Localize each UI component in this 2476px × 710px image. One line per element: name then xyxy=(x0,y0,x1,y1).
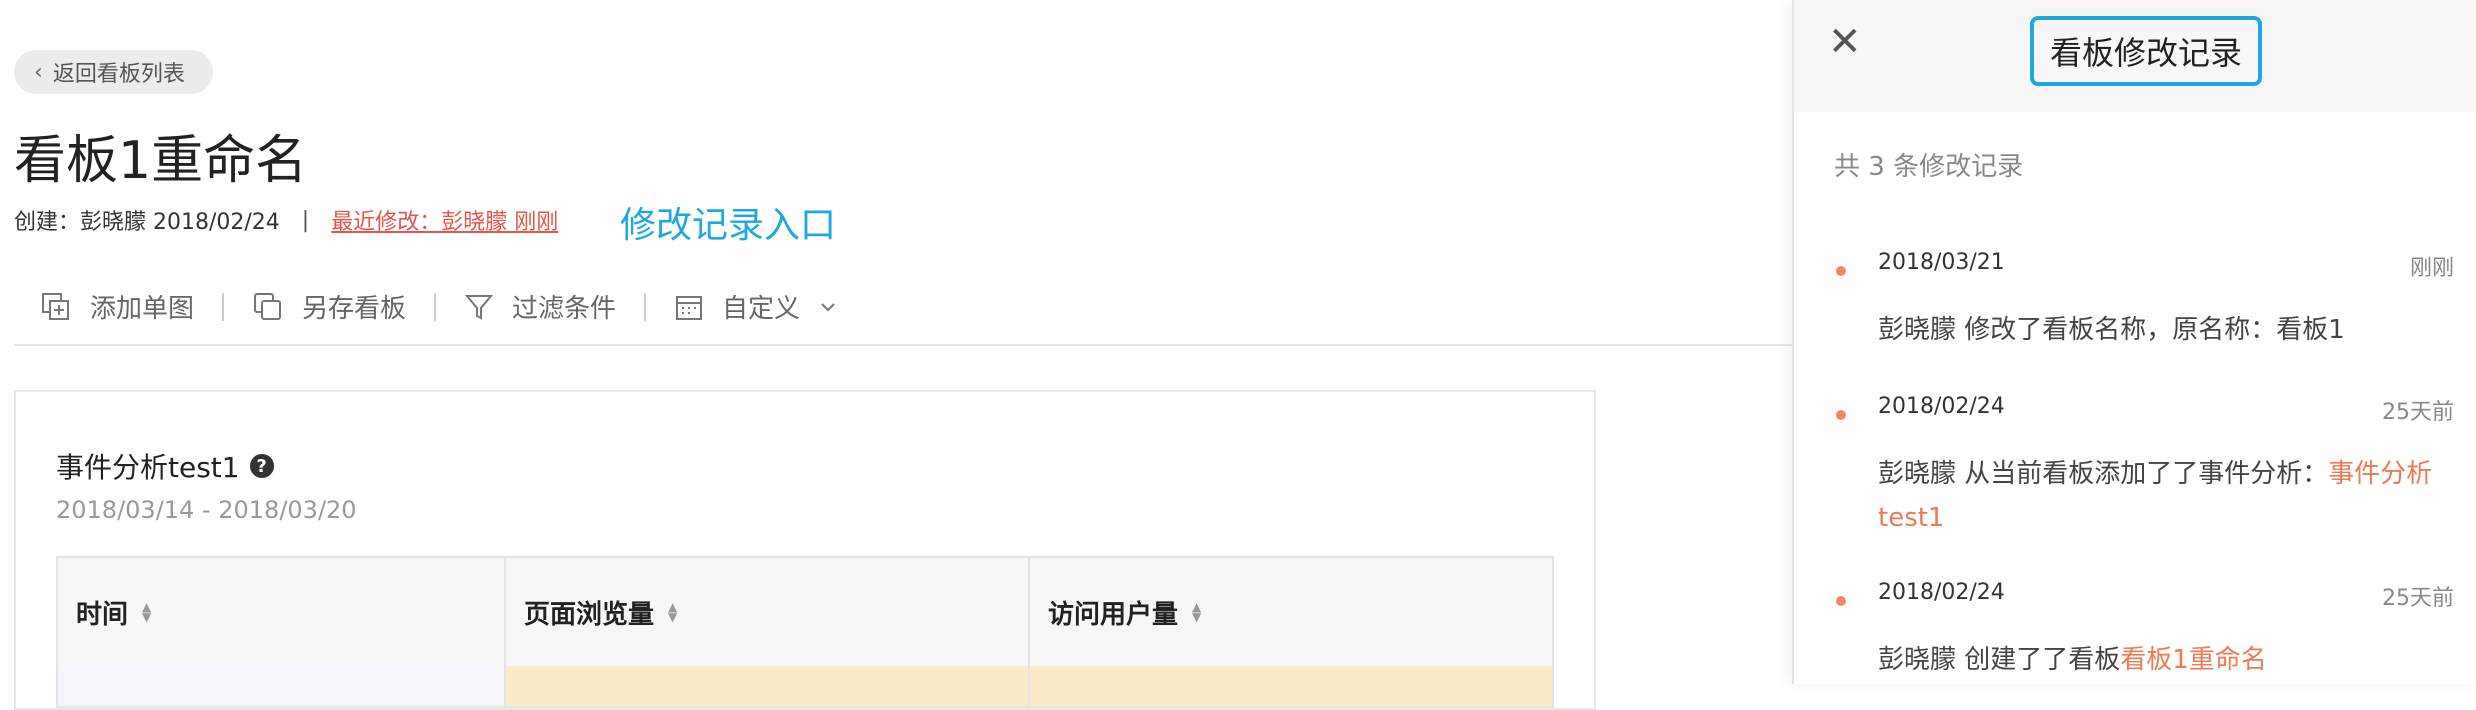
column-header-label: 页面浏览量 xyxy=(524,599,655,630)
chevron-down-icon xyxy=(821,302,835,311)
chevron-left-icon: ‹ xyxy=(34,59,43,85)
record-description: 彭晓朦 修改了看板名称，原名称：看板1 xyxy=(1878,315,2345,345)
table-cell xyxy=(1030,666,1552,706)
save-as-board-button[interactable]: 另存看板 xyxy=(252,288,406,325)
add-chart-icon xyxy=(42,292,69,320)
copy-icon xyxy=(254,292,282,320)
help-icon[interactable]: ? xyxy=(249,454,274,478)
record-relative-time: 25天前 xyxy=(2382,400,2454,425)
created-info: 创建：彭晓朦 2018/02/24 xyxy=(14,210,280,235)
add-chart-label: 添加单图 xyxy=(90,294,195,324)
record-header: 2018/03/21 刚刚 xyxy=(1878,250,2454,282)
chart-card-title: 事件分析test1 ? xyxy=(56,446,274,486)
record-list: 2018/03/21 刚刚 彭晓朦 修改了看板名称，原名称：看板1 2018/0… xyxy=(1794,250,2476,682)
sort-icon[interactable]: ▲ ▼ xyxy=(668,601,677,623)
timeline-dot-icon xyxy=(1836,596,1846,606)
modify-record-entry-annotation: 修改记录入口 xyxy=(620,205,837,246)
toolbar-bottom-divider xyxy=(14,344,1792,346)
filter-button[interactable]: 过滤条件 xyxy=(464,288,616,325)
meta-separator: | xyxy=(301,207,310,233)
custom-label: 自定义 xyxy=(722,294,801,324)
table-header: 时间 ▲ ▼ 页面浏览量 ▲ ▼ 访问用户量 ▲ ▼ xyxy=(58,558,1552,666)
toolbar-divider xyxy=(222,292,225,321)
back-button-label: 返回看板列表 xyxy=(52,62,185,87)
table-cell xyxy=(506,666,1030,706)
record-date: 2018/02/24 xyxy=(1878,580,2005,605)
timeline-dot-icon xyxy=(1836,410,1846,420)
custom-dropdown[interactable]: 自定义 xyxy=(674,288,838,325)
board-title: 看板1重命名 xyxy=(14,131,308,191)
toolbar-divider xyxy=(434,292,437,321)
back-to-board-list-button[interactable]: ‹ 返回看板列表 xyxy=(14,50,213,94)
filter-icon xyxy=(464,294,494,320)
list-item: 2018/02/24 25天前 彭晓朦 从当前看板添加了了事件分析：事件分析te… xyxy=(1794,394,2476,580)
column-header-label: 时间 xyxy=(76,599,129,630)
record-text: 彭晓朦 修改了看板名称，原名称：看板1 xyxy=(1878,308,2454,352)
chart-date-range: 2018/03/14 - 2018/03/20 xyxy=(56,496,357,524)
record-date: 2018/03/21 xyxy=(1878,250,2005,275)
record-header: 2018/02/24 25天前 xyxy=(1878,580,2454,612)
board-meta: 创建：彭晓朦 2018/02/24 | 最近修改：彭晓朦 刚刚 xyxy=(14,204,558,236)
board-toolbar: 添加单图 另存看板 过滤条件 自定义 xyxy=(40,288,838,325)
record-header: 2018/02/24 25天前 xyxy=(1878,394,2454,426)
list-item: 2018/02/24 25天前 彭晓朦 创建了了看板看板1重命名 xyxy=(1794,580,2476,682)
panel-header: ✕ 看板修改记录 xyxy=(1794,0,2476,112)
last-modified-link[interactable]: 最近修改：彭晓朦 刚刚 xyxy=(331,204,558,236)
timeline-dot-icon xyxy=(1836,266,1846,276)
column-header-page-views[interactable]: 页面浏览量 ▲ ▼ xyxy=(506,558,1030,666)
record-date: 2018/02/24 xyxy=(1878,394,2005,419)
board-main: ‹ 返回看板列表 看板1重命名 创建：彭晓朦 2018/02/24 | 最近修改… xyxy=(0,0,1792,710)
save-as-board-label: 另存看板 xyxy=(302,294,407,324)
chart-card: 事件分析test1 ? 2018/03/14 - 2018/03/20 时间 ▲… xyxy=(14,390,1596,710)
toolbar-divider xyxy=(644,292,647,321)
chart-title-text: 事件分析test1 xyxy=(56,451,240,484)
record-relative-time: 25天前 xyxy=(2382,586,2454,611)
panel-title: 看板修改记录 xyxy=(2030,16,2262,86)
record-text: 彭晓朦 创建了了看板看板1重命名 xyxy=(1878,638,2454,682)
record-description: 彭晓朦 从当前看板添加了了事件分析： xyxy=(1878,459,2329,489)
modify-record-panel: ✕ 看板修改记录 共 3 条修改记录 2018/03/21 刚刚 彭晓朦 修改了… xyxy=(1792,0,2476,684)
add-chart-button[interactable]: 添加单图 xyxy=(40,288,194,325)
sort-icon[interactable]: ▲ ▼ xyxy=(1192,601,1201,623)
close-icon[interactable]: ✕ xyxy=(1828,22,1862,62)
list-item: 2018/03/21 刚刚 彭晓朦 修改了看板名称，原名称：看板1 xyxy=(1794,250,2476,394)
record-count: 共 3 条修改记录 xyxy=(1834,152,2024,182)
column-header-visitors[interactable]: 访问用户量 ▲ ▼ xyxy=(1030,558,1552,666)
record-highlight-link[interactable]: 看板1重命名 xyxy=(2120,645,2267,675)
record-description: 彭晓朦 创建了了看板 xyxy=(1878,645,2121,675)
calendar-icon xyxy=(676,295,703,320)
column-header-label: 访问用户量 xyxy=(1048,599,1179,630)
sort-icon[interactable]: ▲ ▼ xyxy=(142,601,151,623)
record-text: 彭晓朦 从当前看板添加了了事件分析：事件分析test1 xyxy=(1878,452,2454,540)
table-cell xyxy=(58,666,506,706)
column-header-time[interactable]: 时间 ▲ ▼ xyxy=(58,558,506,666)
table-row xyxy=(58,666,1552,706)
filter-label: 过滤条件 xyxy=(512,294,617,324)
record-relative-time: 刚刚 xyxy=(2409,256,2454,281)
data-table: 时间 ▲ ▼ 页面浏览量 ▲ ▼ 访问用户量 ▲ ▼ xyxy=(56,556,1554,708)
